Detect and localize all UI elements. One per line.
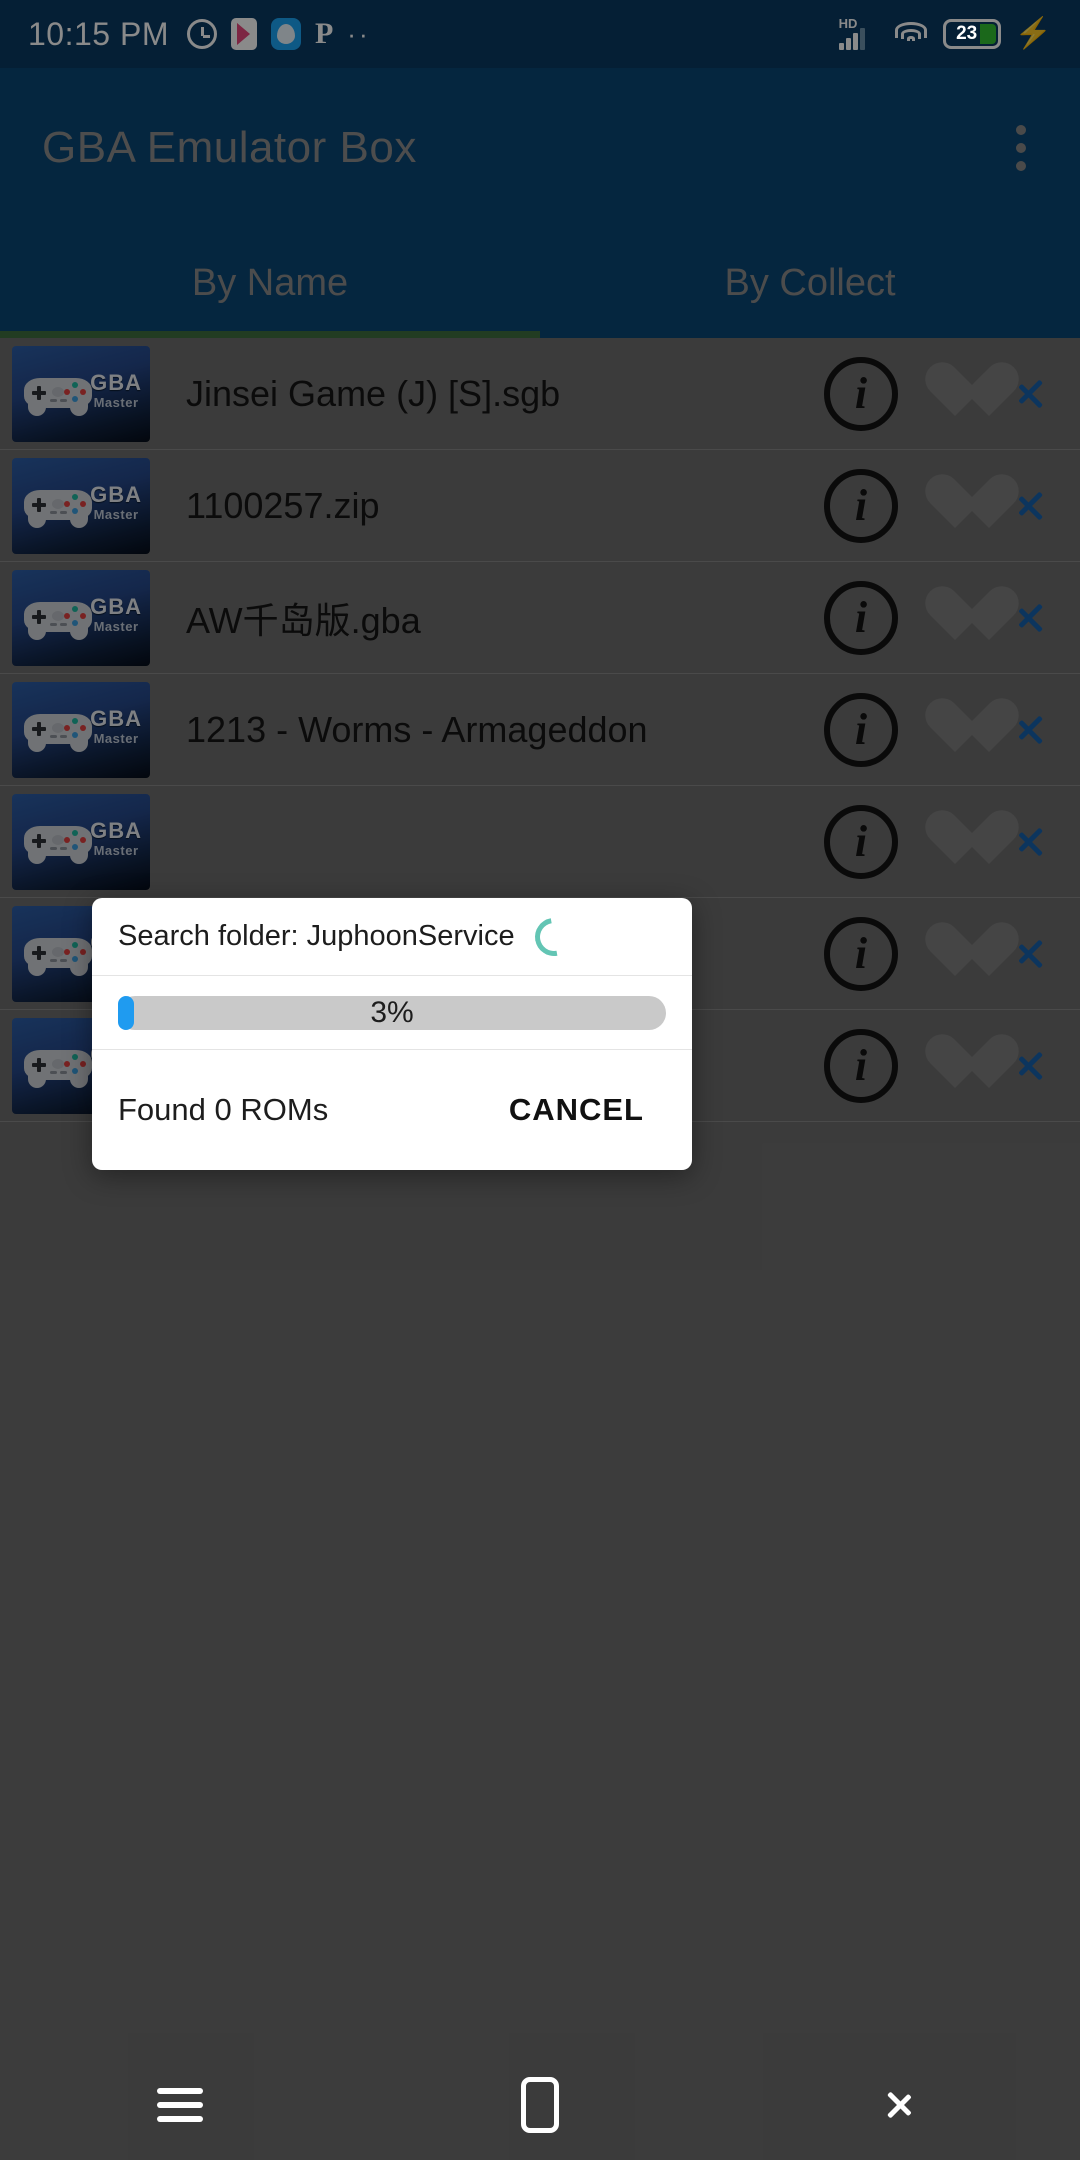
progress-bar: 3% [118, 995, 666, 1030]
dialog-progress-section: 3% [92, 976, 692, 1050]
dialog-header: Search folder: JuphoonService [92, 898, 692, 976]
progress-bar-fill [118, 995, 135, 1030]
cancel-button[interactable]: CANCEL [487, 1078, 666, 1142]
found-roms-label: Found 0 ROMs [118, 1092, 329, 1127]
home-icon [521, 2077, 559, 2133]
progress-percent-label: 3% [370, 995, 414, 1029]
dialog-title: Search folder: JuphoonService [118, 920, 515, 952]
system-nav-bar [0, 2050, 1080, 2160]
battery-percent-label: 23 [956, 23, 978, 44]
back-button[interactable] [720, 2050, 1080, 2160]
menu-icon [157, 2088, 203, 2122]
home-button[interactable] [360, 2050, 720, 2160]
loading-spinner-icon [527, 910, 581, 963]
chevron-left-icon [888, 2081, 912, 2129]
dialog-footer: Found 0 ROMs CANCEL [92, 1050, 692, 1170]
search-progress-dialog: Search folder: JuphoonService 3% Found 0… [92, 898, 692, 1170]
recents-button[interactable] [0, 2050, 360, 2160]
